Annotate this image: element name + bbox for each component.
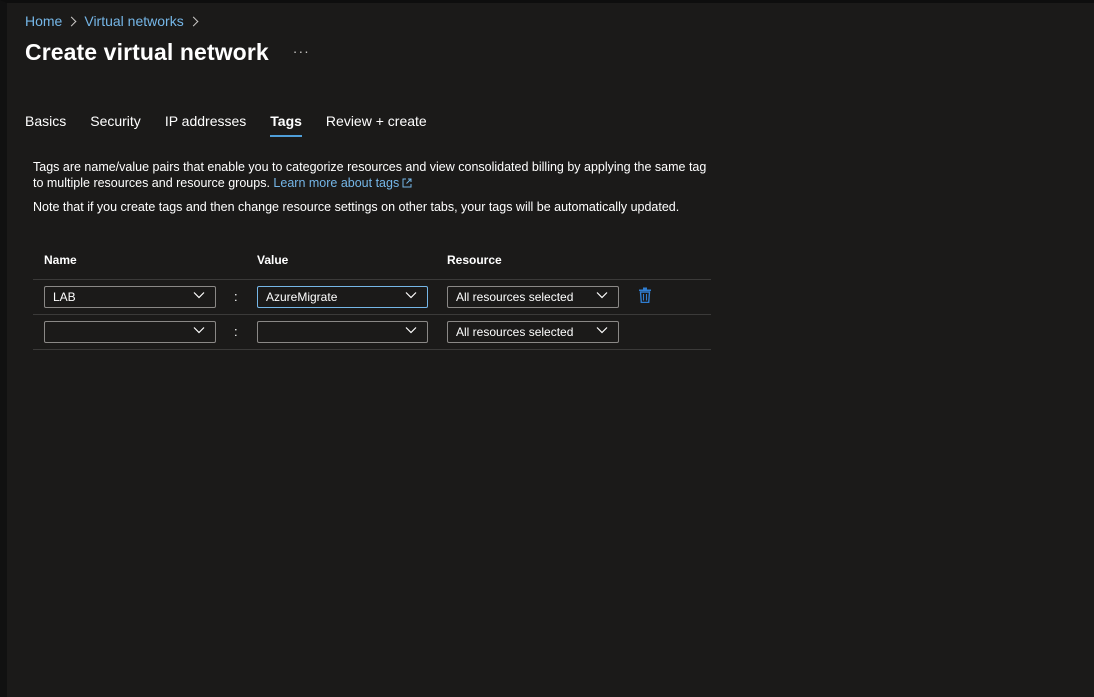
name-value-separator: :	[234, 324, 238, 339]
tag-resource-dropdown[interactable]: All resources selected	[447, 321, 619, 343]
chevron-down-icon	[596, 292, 608, 299]
tag-name-dropdown[interactable]	[44, 321, 216, 343]
breadcrumb-virtual-networks-link[interactable]: Virtual networks	[84, 13, 183, 29]
tag-name-value: LAB	[53, 290, 76, 304]
tag-resource-dropdown[interactable]: All resources selected	[447, 286, 619, 308]
tag-value-dropdown[interactable]	[257, 321, 428, 343]
more-options-button[interactable]: ···	[293, 43, 310, 59]
chevron-right-icon	[188, 16, 199, 26]
trash-icon[interactable]	[638, 287, 652, 303]
chevron-down-icon	[193, 292, 205, 299]
chevron-down-icon	[596, 327, 608, 334]
tag-resource-value: All resources selected	[456, 325, 574, 339]
external-link-icon	[402, 178, 412, 188]
tab-review-create[interactable]: Review + create	[326, 113, 427, 137]
chevron-down-icon	[405, 292, 417, 299]
chevron-down-icon	[405, 327, 417, 334]
create-virtual-network-page: Home Virtual networks Create virtual net…	[0, 0, 1094, 697]
column-header-resource: Resource	[447, 253, 502, 267]
tag-row: LAB : AzureMigrate All resources selecte…	[33, 280, 711, 315]
tab-basics[interactable]: Basics	[25, 113, 66, 137]
tag-name-dropdown[interactable]: LAB	[44, 286, 216, 308]
title-row: Create virtual network ···	[25, 39, 310, 66]
tags-grid: Name Value Resource LAB : AzureMigrate A…	[33, 249, 711, 350]
name-value-separator: :	[234, 289, 238, 304]
learn-more-tags-link[interactable]: Learn more about tags	[273, 176, 412, 190]
chevron-down-icon	[193, 327, 205, 334]
chevron-right-icon	[66, 16, 77, 26]
tag-value-dropdown[interactable]: AzureMigrate	[257, 286, 428, 308]
breadcrumb-home-link[interactable]: Home	[25, 13, 62, 29]
breadcrumb: Home Virtual networks	[25, 13, 206, 29]
tab-bar: Basics Security IP addresses Tags Review…	[25, 113, 451, 137]
tag-row: : All resources selected	[33, 315, 711, 350]
tab-tags[interactable]: Tags	[270, 113, 302, 137]
tag-value-value: AzureMigrate	[266, 290, 338, 304]
column-header-value: Value	[257, 253, 289, 267]
tags-description: Tags are name/value pairs that enable yo…	[33, 159, 713, 191]
grid-header: Name Value Resource	[33, 249, 711, 280]
tags-note: Note that if you create tags and then ch…	[33, 200, 680, 214]
tab-ip-addresses[interactable]: IP addresses	[165, 113, 246, 137]
column-header-name: Name	[44, 253, 77, 267]
tag-resource-value: All resources selected	[456, 290, 574, 304]
tab-security[interactable]: Security	[90, 113, 141, 137]
page-title: Create virtual network	[25, 39, 269, 65]
